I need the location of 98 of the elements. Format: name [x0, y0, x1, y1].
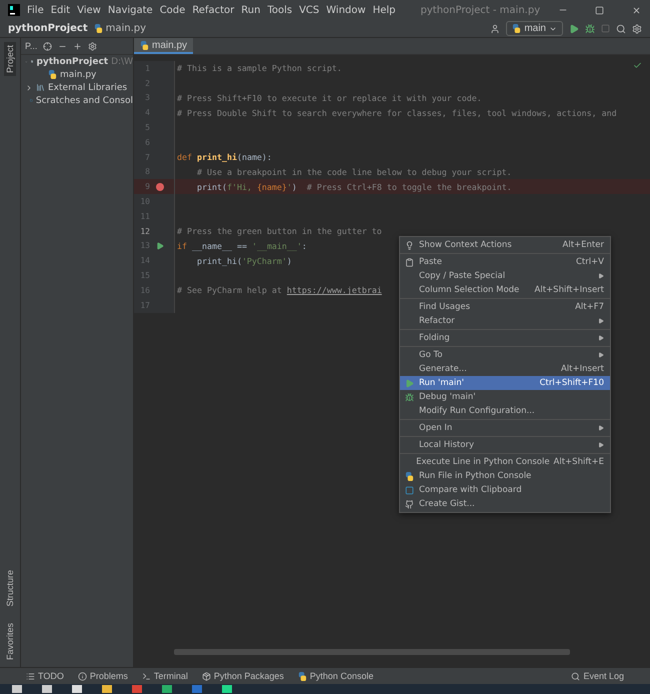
editor-tab[interactable]: main.py: [134, 38, 194, 54]
menu-item[interactable]: Column Selection Mode Alt+Shift+Insert: [400, 283, 610, 297]
bug-icon[interactable]: [585, 24, 595, 34]
code-line: print_hi('PyCharm'): [196, 256, 292, 266]
python-icon: [140, 40, 149, 50]
expand-all-icon[interactable]: [73, 42, 82, 50]
project-tool-tab[interactable]: Project: [4, 42, 16, 76]
tool-window-tab[interactable]: Python Console: [298, 671, 374, 681]
python-icon: [404, 472, 414, 480]
menu-item[interactable]: Copy / Paste Special: [400, 269, 610, 283]
tool-window-tab[interactable]: Favorites: [4, 620, 16, 663]
breadcrumb[interactable]: main.py: [94, 23, 146, 34]
breakpoint-icon[interactable]: [156, 182, 164, 191]
menu-item[interactable]: Run File in Python Console: [400, 469, 610, 483]
code-line: # Press Shift+F10 to execute it or replace it with your code.: [176, 92, 482, 103]
menu-item[interactable]: Code: [160, 4, 186, 16]
clipboard-icon: [404, 258, 414, 266]
code-line: # Press Double Shift to search everywhere for classes, files, tool windows, actions, and: [176, 108, 617, 118]
terminal-icon: [142, 672, 151, 680]
code-line: # Use a breakpoint in the code line below to debug your script.: [196, 166, 512, 177]
list-icon: [26, 672, 35, 680]
tree-label: pythonProject: [36, 56, 108, 66]
info-icon: [78, 672, 87, 680]
menu-item[interactable]: Window: [326, 4, 366, 16]
tree-label: main.py: [60, 70, 96, 80]
compare-icon: [404, 486, 414, 494]
tree-item[interactable]: main.py: [21, 68, 133, 81]
library-icon: [36, 83, 45, 92]
user-icon[interactable]: [490, 24, 500, 34]
tree-item[interactable]: Scratches and Consol: [21, 94, 133, 107]
window-title: pythonProject - main.py: [420, 4, 540, 16]
line-number: 12: [139, 226, 150, 236]
github-icon: [404, 500, 414, 508]
python-icon: [94, 24, 103, 33]
menu-item[interactable]: Generate... Alt+Insert: [400, 362, 610, 376]
menu-item[interactable]: Local History: [400, 438, 610, 452]
lightbulb-icon: [404, 240, 414, 250]
tree-path: D:\W: [111, 56, 133, 66]
menu-item[interactable]: File: [27, 4, 44, 16]
menu-item[interactable]: Navigate: [108, 4, 153, 16]
menu-item[interactable]: Compare with Clipboard: [400, 483, 610, 497]
code-line: # Press the green button in the gutter to: [176, 226, 382, 236]
code-line: # This is a sample Python script.: [176, 63, 342, 74]
search-icon[interactable]: [616, 24, 626, 34]
tool-window-tab[interactable]: Structure: [4, 567, 16, 610]
menu-item[interactable]: View: [77, 4, 101, 16]
menu-item[interactable]: Execute Line in Python Console Alt+Shift+E: [400, 455, 610, 469]
breadcrumb[interactable]: pythonProject: [8, 23, 88, 34]
menu-item[interactable]: Go To: [400, 348, 610, 362]
menu-item[interactable]: Paste Ctrl+V: [400, 255, 610, 269]
menu-item[interactable]: Refactor: [400, 314, 610, 328]
scrollbar[interactable]: [174, 649, 570, 655]
event-log-tab[interactable]: Event Log: [571, 671, 624, 681]
collapse-icon[interactable]: [25, 84, 33, 92]
tree-item[interactable]: pythonProject D:\W: [21, 55, 133, 68]
settings-icon[interactable]: [632, 24, 642, 34]
menu-item[interactable]: Create Gist...: [400, 497, 610, 511]
check-icon: [633, 61, 642, 70]
menu-item[interactable]: Run 'main' Ctrl+Shift+F10: [400, 376, 610, 390]
menu-item[interactable]: Find Usages Alt+F7: [400, 300, 610, 314]
menu-item[interactable]: VCS: [299, 4, 320, 16]
line-number: 9: [144, 182, 150, 192]
tree-item[interactable]: External Libraries: [21, 81, 133, 94]
menu-item[interactable]: Tools: [267, 4, 292, 16]
tool-window-tab[interactable]: Terminal: [142, 671, 188, 681]
run-icon[interactable]: [156, 242, 164, 250]
menu-item[interactable]: Help: [372, 4, 396, 16]
view-dropdown[interactable]: P...: [25, 41, 38, 51]
menu-item[interactable]: Edit: [50, 4, 70, 16]
search-icon: [571, 672, 580, 680]
maximize-icon[interactable]: [595, 6, 604, 14]
python-icon: [48, 70, 57, 79]
tree-label: External Libraries: [48, 82, 128, 92]
code-line: def print_hi(name):: [176, 152, 272, 162]
menu-item[interactable]: Refactor: [192, 4, 234, 16]
code-line: # See PyCharm help at https://www.jetbrai: [176, 285, 382, 296]
play-icon: [404, 378, 414, 388]
app-logo-icon: [8, 4, 20, 16]
menu-item[interactable]: Open In: [400, 421, 610, 435]
menu-item[interactable]: Folding: [400, 331, 610, 345]
locate-icon[interactable]: [43, 42, 52, 50]
package-icon: [202, 672, 211, 680]
run-icon[interactable]: [569, 24, 579, 34]
code-line: if __name__ == '__main__':: [176, 240, 307, 251]
menu-item[interactable]: Run: [241, 4, 260, 16]
tool-window-tab[interactable]: TODO: [26, 671, 64, 681]
python-icon: [298, 672, 307, 680]
python-icon: [512, 24, 522, 33]
settings-icon[interactable]: [88, 42, 98, 50]
code-line: print(f'Hi, {name}') # Press Ctrl+F8 to toggle the breakpoint.: [196, 182, 512, 192]
bug-icon: [404, 392, 414, 402]
menu-item[interactable]: Debug 'main': [400, 390, 610, 404]
menu-item[interactable]: Modify Run Configuration...: [400, 404, 610, 418]
tool-window-tab[interactable]: Python Packages: [202, 671, 284, 681]
run-config-dropdown[interactable]: main: [506, 21, 563, 36]
tool-window-tab[interactable]: Problems: [78, 671, 128, 681]
tree-label: Scratches and Consol: [36, 96, 133, 106]
menu-item[interactable]: Show Context Actions Alt+Enter: [400, 238, 610, 252]
